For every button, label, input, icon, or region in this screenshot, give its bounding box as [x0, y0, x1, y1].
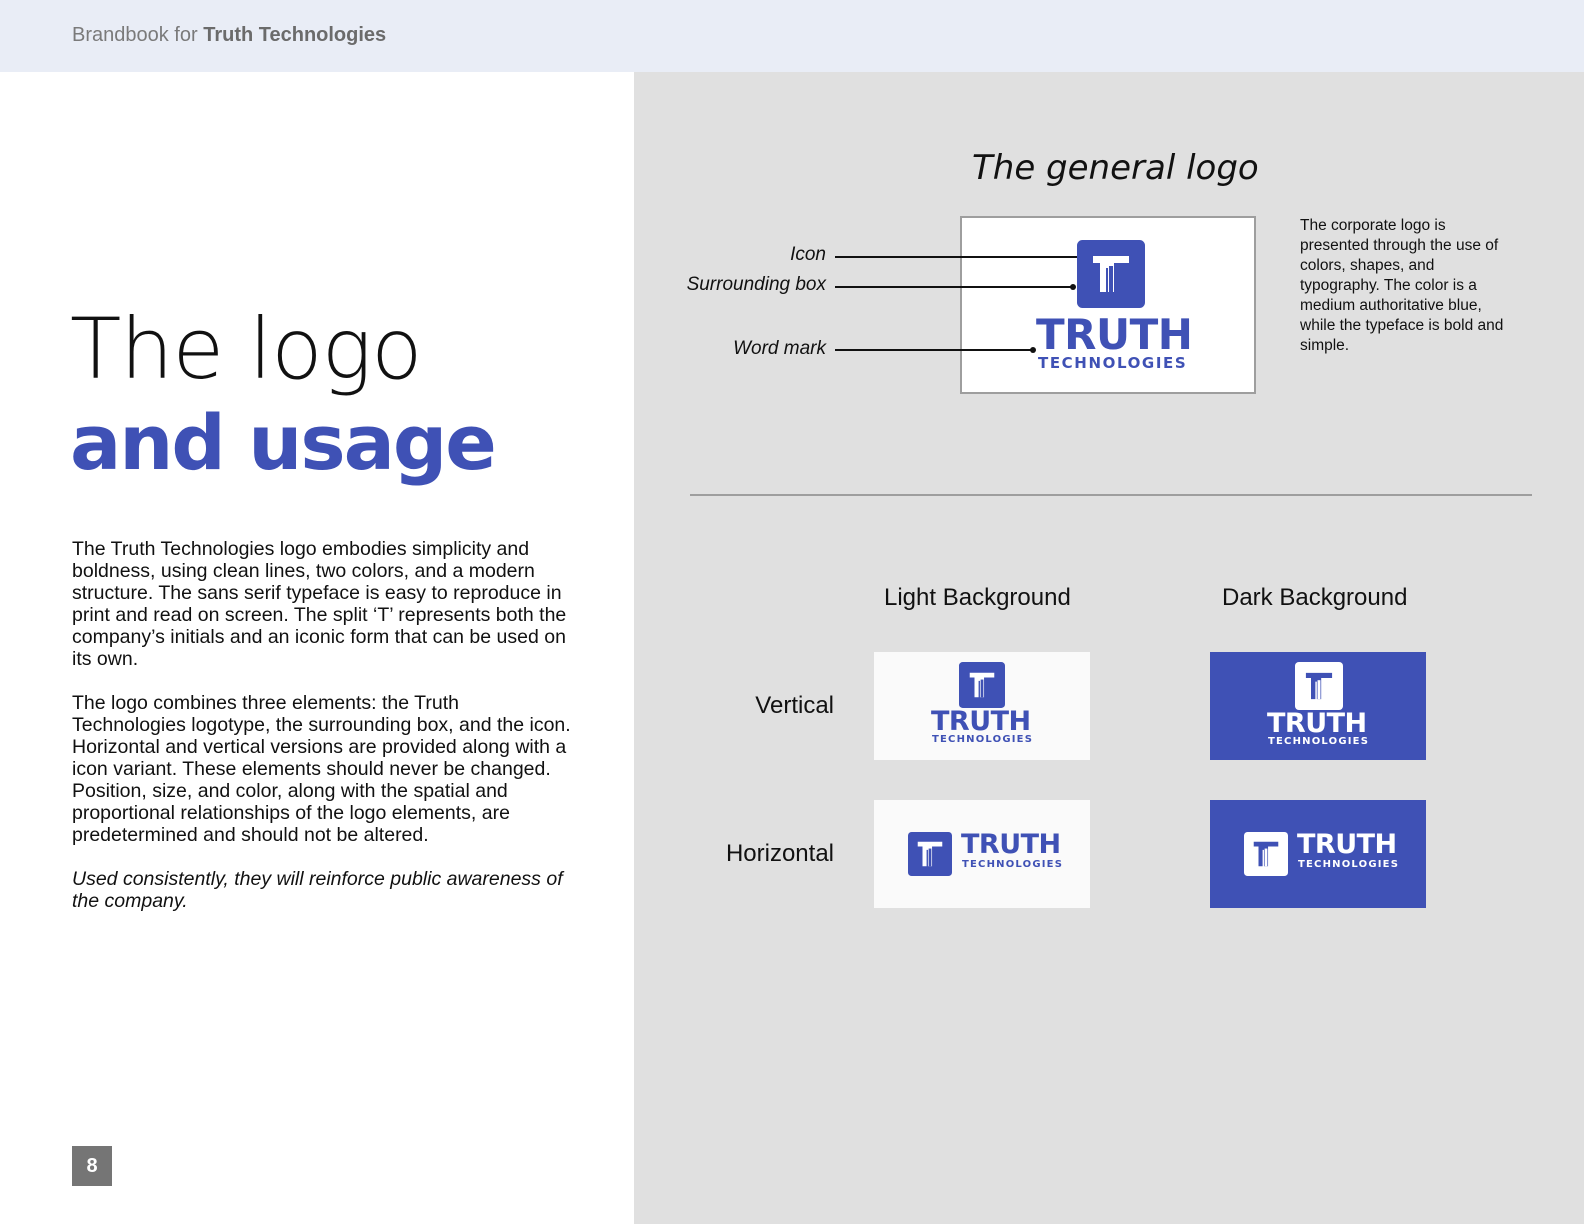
callout-line-word-mark — [835, 349, 1033, 351]
split-t-glyph — [1093, 256, 1129, 292]
logo-wordmark: TRUTH — [1297, 829, 1397, 860]
main-logo-box: TRUTH TECHNOLOGIES — [960, 216, 1256, 394]
logo-wordmark: TRUTH — [961, 829, 1061, 860]
row-heading-vertical: Vertical — [755, 692, 834, 719]
body-copy: The Truth Technologies logo embodies sim… — [72, 538, 572, 934]
logo-wordmark: TRUTH — [1036, 310, 1193, 359]
page-title-line1: The logo — [70, 300, 422, 398]
general-logo-title: The general logo — [972, 148, 1259, 188]
callout-label-icon: Icon — [790, 244, 826, 265]
page-header: Brandbook for Truth Technologies — [0, 0, 1584, 72]
col-heading-light: Light Background — [884, 584, 1071, 611]
split-t-icon — [1244, 832, 1288, 876]
split-t-icon — [959, 662, 1005, 708]
callout-label-word-mark: Word mark — [733, 338, 826, 359]
body-paragraph-1: The Truth Technologies logo embodies sim… — [72, 538, 567, 670]
logo-subline: TECHNOLOGIES — [1268, 736, 1370, 747]
logo-variant-horizontal-dark: TRUTH TECHNOLOGIES — [1210, 800, 1426, 908]
logo-variant-vertical-dark: TRUTH TECHNOLOGIES — [1210, 652, 1426, 760]
split-t-glyph — [1305, 672, 1333, 700]
callout-label-surrounding-box: Surrounding box — [686, 274, 826, 295]
logo-variant-horizontal-light: TRUTH TECHNOLOGIES — [874, 800, 1090, 908]
split-t-icon — [908, 832, 952, 876]
callout-dot-surrounding-box — [1070, 284, 1076, 290]
logo-wordmark: TRUTH — [931, 706, 1031, 737]
logo-subline: TECHNOLOGIES — [1038, 354, 1188, 372]
header-title: Brandbook for Truth Technologies — [72, 24, 386, 47]
body-paragraph-2: The logo combines three elements: the Tr… — [72, 692, 571, 846]
split-t-icon — [1077, 240, 1145, 308]
logo-subline: TECHNOLOGIES — [962, 859, 1064, 870]
callout-line-surrounding-box — [835, 286, 1073, 288]
row-heading-horizontal: Horizontal — [725, 840, 834, 867]
split-t-glyph — [969, 672, 995, 698]
header-prefix: Brandbook for — [72, 24, 198, 46]
logo-subline: TECHNOLOGIES — [1298, 859, 1400, 870]
page-title-line2: and usage — [70, 398, 497, 487]
logo-subline: TECHNOLOGIES — [932, 734, 1034, 745]
callout-dot-word-mark — [1030, 347, 1036, 353]
body-paragraph-3: Used consistently, they will reinforce p… — [72, 868, 563, 912]
general-logo-description: The corporate logo is presented through … — [1300, 217, 1504, 354]
logo-wordmark: TRUTH — [1267, 708, 1367, 739]
split-t-glyph — [1253, 841, 1279, 867]
callout-line-icon — [835, 256, 1077, 258]
split-t-icon — [1295, 662, 1343, 710]
page-number: 8 — [72, 1146, 112, 1186]
section-divider — [690, 494, 1532, 496]
header-company: Truth Technologies — [203, 24, 387, 46]
split-t-glyph — [917, 841, 943, 867]
col-heading-dark: Dark Background — [1222, 584, 1408, 611]
logo-variant-vertical-light: TRUTH TECHNOLOGIES — [874, 652, 1090, 760]
